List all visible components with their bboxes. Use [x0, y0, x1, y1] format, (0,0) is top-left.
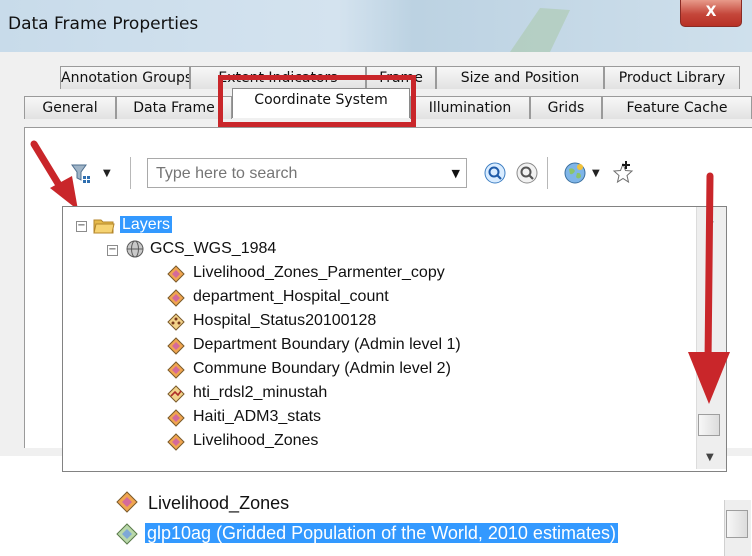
- tree-item[interactable]: Commune Boundary (Admin level 2): [193, 357, 451, 381]
- bottom-scrollbar-thumb[interactable]: [726, 510, 748, 538]
- tab-highlight-box: [218, 75, 416, 127]
- polygon-layer-icon: [116, 491, 138, 513]
- toolbar-separator-2: [547, 157, 548, 189]
- annotation-arrow-scroll: [688, 172, 730, 404]
- polygon-layer-icon: [167, 289, 185, 307]
- search-dropdown-icon[interactable]: ▼: [452, 167, 460, 180]
- tree-item[interactable]: Livelihood_Zones: [193, 429, 318, 453]
- filter-dropdown-icon[interactable]: ▼: [103, 168, 111, 179]
- tab-grids[interactable]: Grids: [530, 96, 602, 119]
- search-combobox[interactable]: ▼: [147, 158, 467, 188]
- tree-root-layers[interactable]: Layers: [120, 213, 173, 237]
- add-favorite-icon[interactable]: [610, 160, 636, 186]
- polygon-layer-icon: [167, 433, 185, 451]
- tree-item[interactable]: Department Boundary (Admin level 1): [193, 333, 461, 357]
- tree-item[interactable]: hti_rdsl2_minustah: [193, 381, 327, 405]
- tab-feature-cache[interactable]: Feature Cache: [602, 96, 752, 119]
- window-title: Data Frame Properties: [8, 14, 199, 34]
- tab-illumination[interactable]: Illumination: [410, 96, 530, 119]
- close-icon: X: [705, 4, 717, 20]
- close-button[interactable]: X: [680, 0, 742, 27]
- tree-item[interactable]: Haiti_ADM3_stats: [193, 405, 321, 429]
- tab-general[interactable]: General: [24, 96, 116, 119]
- tree-group-gcs[interactable]: GCS_WGS_1984: [150, 237, 276, 261]
- tree-item[interactable]: department_Hospital_count: [193, 285, 389, 309]
- tree-item[interactable]: Hospital_Status20100128: [193, 309, 376, 333]
- line-layer-icon: [167, 385, 185, 403]
- tab-annotation-groups[interactable]: Annotation Groups: [60, 66, 190, 89]
- polygon-layer-icon: [167, 409, 185, 427]
- scroll-down-icon[interactable]: ▼: [706, 452, 714, 463]
- polygon-layer-icon: [167, 337, 185, 355]
- folder-icon: [93, 219, 115, 234]
- toolbar-separator: [130, 157, 131, 189]
- globe-dropdown-icon[interactable]: ▼: [592, 168, 600, 179]
- globe-icon: [126, 240, 144, 258]
- tab-data-frame[interactable]: Data Frame: [116, 96, 232, 119]
- globe-icon[interactable]: [564, 162, 586, 184]
- bottom-list-item[interactable]: Livelihood_Zones: [148, 490, 289, 516]
- raster-layer-icon: [116, 523, 138, 545]
- scrollbar-thumb[interactable]: [698, 414, 720, 436]
- bottom-list-item-selected[interactable]: glp10ag (Gridded Population of the World…: [145, 520, 618, 546]
- point-layer-icon: [167, 313, 185, 331]
- tab-size-and-position[interactable]: Size and Position: [436, 66, 604, 89]
- polygon-layer-icon: [167, 265, 185, 283]
- search-options-icon[interactable]: [516, 162, 538, 184]
- search-input[interactable]: [154, 162, 448, 186]
- layer-tree[interactable]: − Layers − GCS_WGS_1984 Livelihood_Zones…: [62, 206, 727, 472]
- title-bar-swoosh: [510, 8, 570, 52]
- tab-product-library[interactable]: Product Library: [604, 66, 740, 89]
- polygon-layer-icon: [167, 361, 185, 379]
- title-bar: Data Frame Properties X: [0, 0, 752, 52]
- tree-item[interactable]: Livelihood_Zones_Parmenter_copy: [193, 261, 445, 285]
- collapse-layers-toggle[interactable]: −: [76, 221, 87, 232]
- collapse-gcs-toggle[interactable]: −: [107, 245, 118, 256]
- search-icon[interactable]: [484, 162, 506, 184]
